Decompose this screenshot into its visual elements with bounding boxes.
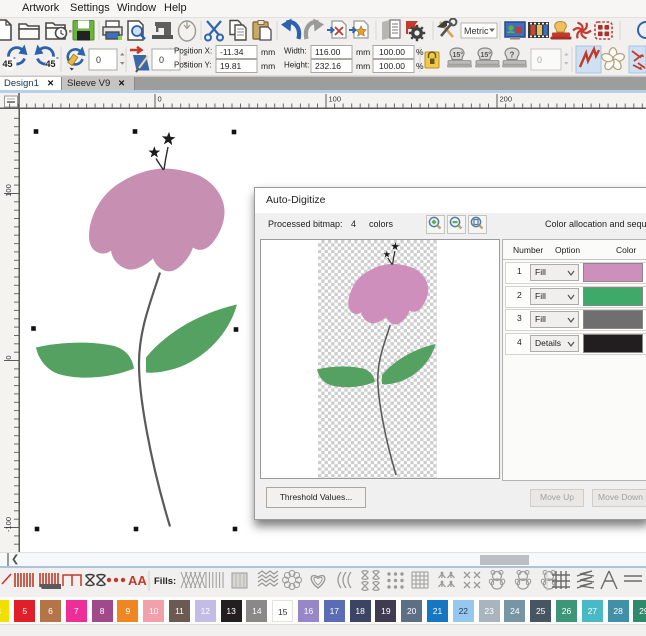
- svg-text:mm: mm: [356, 61, 370, 71]
- svg-text:45: 45: [3, 59, 13, 69]
- svg-text:0: 0: [537, 55, 542, 65]
- svg-text:232.16: 232.16: [315, 61, 341, 71]
- svg-text:0: 0: [96, 55, 101, 65]
- svg-text:-100: -100: [4, 516, 13, 531]
- svg-text:mm: mm: [261, 61, 275, 71]
- svg-text:200: 200: [500, 94, 513, 103]
- svg-text:0: 0: [159, 55, 164, 65]
- svg-text:100: 100: [4, 184, 13, 197]
- svg-text:mm: mm: [261, 47, 275, 57]
- svg-text:Metric: Metric: [464, 26, 489, 36]
- svg-text:Height:: Height:: [284, 61, 309, 70]
- svg-text:116.00: 116.00: [315, 47, 341, 57]
- svg-text:100.00: 100.00: [379, 47, 405, 57]
- svg-text:19.81: 19.81: [220, 61, 242, 71]
- svg-text:mm: mm: [356, 47, 370, 57]
- svg-text:-11.34: -11.34: [220, 47, 244, 57]
- svg-text:15°: 15°: [453, 51, 464, 59]
- svg-text:AA: AA: [128, 573, 147, 588]
- svg-text:Fills:: Fills:: [154, 576, 176, 587]
- svg-text:0: 0: [4, 355, 13, 359]
- svg-text:%: %: [416, 47, 424, 57]
- svg-text:100.00: 100.00: [379, 61, 405, 71]
- svg-text:%: %: [416, 61, 424, 71]
- svg-text:0: 0: [158, 94, 162, 103]
- svg-text:Position Y:: Position Y:: [174, 61, 212, 70]
- svg-text:15°: 15°: [481, 51, 492, 59]
- svg-text:45: 45: [46, 59, 56, 69]
- svg-text:Width:: Width:: [284, 47, 307, 56]
- svg-text:100: 100: [329, 94, 342, 103]
- svg-text:?: ?: [510, 51, 515, 60]
- svg-text:Position X:: Position X:: [174, 47, 212, 56]
- svg-text:°: °: [56, 56, 59, 64]
- svg-text:°: °: [13, 56, 16, 64]
